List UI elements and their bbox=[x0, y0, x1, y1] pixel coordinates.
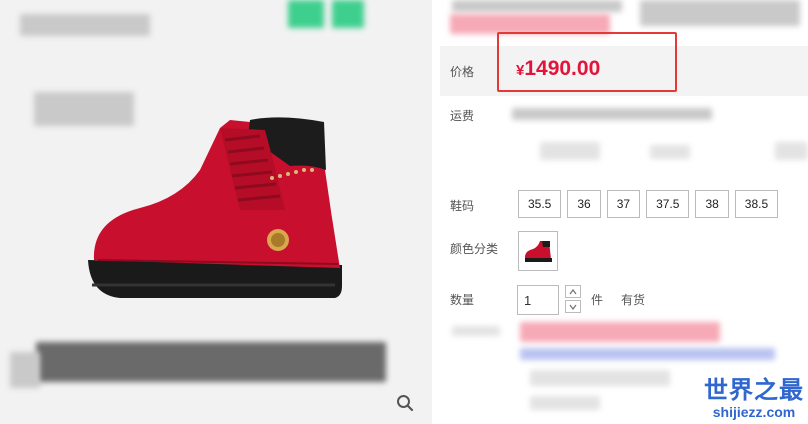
size-option[interactable]: 37.5 bbox=[646, 190, 690, 218]
price-amount: 1490.00 bbox=[524, 57, 601, 80]
watermark-title: 世界之最 bbox=[704, 377, 804, 404]
blurred-badge bbox=[332, 0, 364, 28]
blurred-promo bbox=[450, 14, 610, 34]
blurred-info bbox=[530, 396, 600, 410]
search-icon bbox=[397, 395, 414, 412]
color-label: 颜色分类 bbox=[450, 242, 499, 256]
shipping-label: 运费 bbox=[450, 109, 475, 123]
chevron-up-icon bbox=[569, 288, 577, 294]
blurred-info bbox=[540, 142, 600, 160]
product-gallery bbox=[0, 0, 432, 424]
quantity-label: 数量 bbox=[450, 293, 475, 307]
blurred-caption-bar bbox=[36, 342, 386, 382]
watermark-url: shijiezz.com bbox=[712, 404, 796, 420]
size-label: 鞋码 bbox=[450, 199, 475, 213]
stock-status: 有货 bbox=[621, 293, 646, 307]
size-options: 35.5 36 37 37.5 38 38.5 bbox=[518, 190, 779, 218]
price-value: ¥1490.00 bbox=[516, 57, 600, 81]
blurred-buy-button[interactable] bbox=[520, 322, 720, 342]
color-option[interactable] bbox=[518, 231, 558, 271]
blurred-arrow bbox=[10, 352, 40, 388]
red-boot-thumbnail bbox=[525, 241, 552, 262]
site-watermark: 世界之最 shijiezz.com bbox=[704, 377, 804, 421]
blurred-info bbox=[650, 145, 690, 159]
price-label: 价格 bbox=[450, 65, 475, 79]
blurred-title bbox=[20, 14, 150, 36]
blurred-info bbox=[530, 370, 670, 386]
product-page: 价格 ¥1490.00 运费 鞋码 35.5 36 37 37.5 38 38.… bbox=[0, 0, 808, 424]
blurred-badge bbox=[288, 0, 324, 28]
quantity-increase-button[interactable] bbox=[565, 285, 581, 298]
blurred-shipping-info bbox=[512, 108, 712, 120]
blurred-product-title bbox=[452, 0, 622, 12]
size-option[interactable]: 38.5 bbox=[734, 190, 779, 218]
blurred-service-info bbox=[520, 348, 775, 360]
size-option[interactable]: 35.5 bbox=[518, 190, 562, 218]
zoom-button[interactable] bbox=[390, 388, 420, 418]
blurred-info bbox=[452, 326, 500, 336]
quantity-decrease-button[interactable] bbox=[565, 300, 581, 313]
size-option[interactable]: 37 bbox=[606, 190, 641, 218]
blurred-product-title bbox=[640, 0, 800, 26]
red-boot-image[interactable] bbox=[80, 100, 350, 310]
chevron-down-icon bbox=[569, 304, 577, 310]
quantity-input[interactable] bbox=[517, 285, 559, 315]
quantity-unit: 件 bbox=[591, 293, 604, 307]
size-option[interactable]: 36 bbox=[567, 190, 601, 218]
size-option[interactable]: 38 bbox=[695, 190, 729, 218]
blurred-info bbox=[775, 142, 808, 160]
